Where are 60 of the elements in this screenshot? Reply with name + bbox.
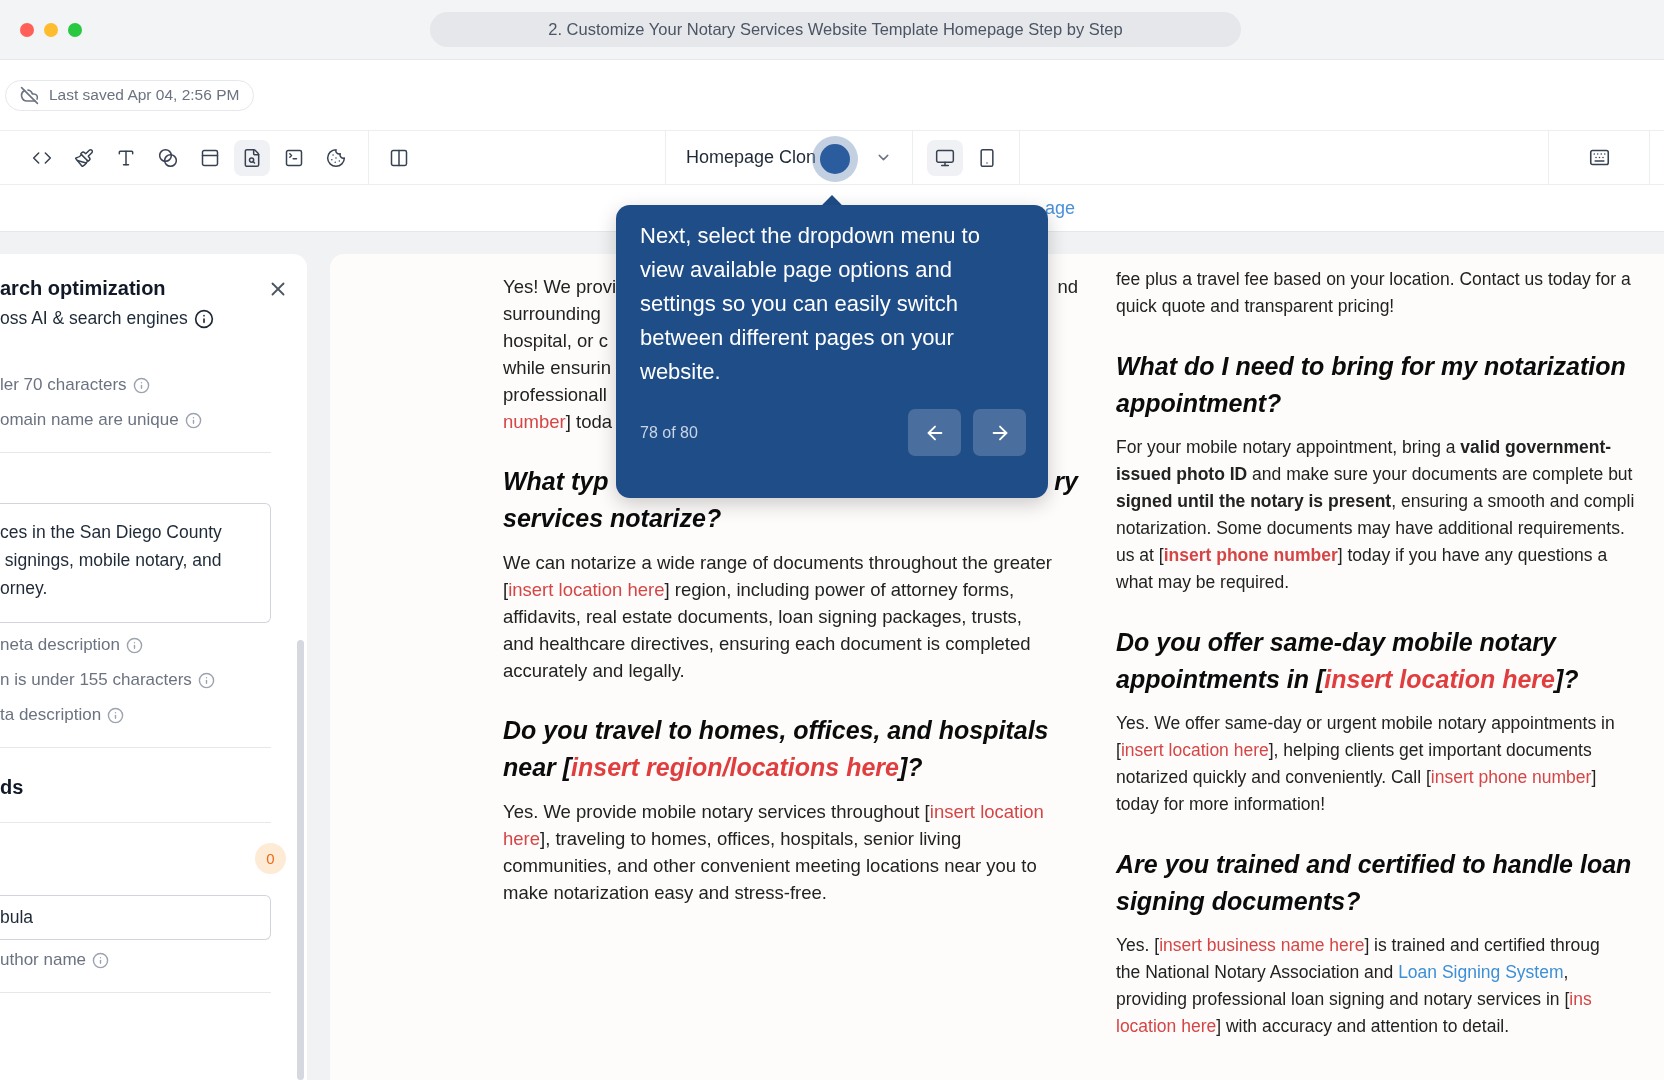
count-badge: 0	[255, 843, 286, 874]
circles-icon	[158, 147, 178, 168]
section-title: ds	[0, 776, 24, 799]
scrollbar[interactable]	[297, 640, 304, 1080]
info-icon	[184, 411, 202, 429]
step-counter: 78 of 80	[640, 423, 698, 442]
check-hint: omain name are unique	[0, 410, 179, 430]
info-icon	[197, 671, 215, 689]
info-icon	[193, 308, 214, 329]
heading-fragment: What typ	[503, 466, 609, 497]
previous-button[interactable]	[908, 409, 961, 456]
info-icon	[132, 376, 150, 394]
keyboard-icon	[1588, 147, 1610, 168]
text-fragment: professionall	[503, 383, 607, 407]
paragraph: Yes. We offer same-day or urgent mobile notary appointments in [insert location here], helping clients get important documents notarized quickly and conveniently. Call [insert phone number] today for more information!	[1116, 712, 1616, 816]
window-title: 2. Customize Your Notary Services Website Template Homepage Step by Step	[430, 12, 1241, 47]
text-fragment: surrounding	[503, 302, 601, 326]
next-button[interactable]	[973, 409, 1026, 456]
paragraph: Yes. [insert business name here] is trained and certified throug the National Notary Association and Loan Signing System, providing professional loan signing and notary services in [ins location here] with accuracy and attention to detail.	[1116, 934, 1601, 1038]
tour-text: Next, select the dropdown menu to view available page options and settings so you can easily switch between different pages on your website.	[640, 222, 981, 386]
paragraph: Yes. We provide mobile notary services throughout [insert location here], traveling to homes, offices, hospitals, senior living communities, and other convenient meeting locations near you to make notarization easy and stress-free.	[503, 800, 1045, 905]
check-hint: n is under 155 characters	[0, 670, 192, 690]
cookie-icon	[326, 147, 346, 168]
faq-heading: Do you offer same-day mobile notary appointments in [insert location here]?	[1116, 627, 1580, 695]
document-search-icon	[242, 147, 262, 168]
desktop-icon	[935, 147, 955, 168]
mobile-icon	[977, 147, 997, 168]
info-icon	[126, 636, 144, 654]
paragraph: fee plus a travel fee based on your location. Contact us today for a quick quote and transparent pricing!	[1116, 268, 1632, 318]
faq-heading: Are you trained and certified to handle loan signing documents?	[1116, 849, 1633, 917]
terminal-icon	[284, 147, 304, 168]
text-fragment: hospital, or c	[503, 329, 608, 353]
text-fragment: nd	[1057, 275, 1078, 299]
panel-title: arch optimization	[0, 277, 166, 300]
check-hint: neta description	[0, 635, 121, 655]
heading-fragment: services notarize?	[503, 503, 722, 534]
info-icon	[92, 951, 109, 969]
save-status-text: Last saved Apr 04, 2:56 PM	[49, 86, 240, 104]
author-field[interactable]: bula	[0, 895, 271, 940]
check-hint: uthor name	[0, 950, 86, 970]
info-icon	[107, 706, 125, 724]
heading-fragment: ry	[1054, 466, 1078, 497]
check-hint: ta description	[0, 705, 102, 725]
close-window-button[interactable]	[20, 22, 34, 37]
description-field[interactable]: ces in the San Diego County signings, mobile notary, and orney.	[0, 503, 271, 623]
text-fragment: while ensurin	[503, 356, 611, 380]
toolbar-button[interactable]	[234, 139, 270, 176]
device-button[interactable]	[927, 139, 963, 176]
faq-heading: What do I need to bring for my notarization appointment?	[1116, 351, 1627, 419]
layout-icon	[200, 147, 220, 168]
panel-subtitle: oss AI & search engines	[0, 308, 188, 329]
check-hint: ler 70 characters	[0, 375, 127, 395]
paragraph: For your mobile notary appointment, bring a valid government- issued photo ID and make sure your documents are complete but signed until the notary is present, ensuring a smooth and compli notarization. Some documents may have additional requirements. us at [insert phone number] today if you have any questions a what may be required.	[1116, 436, 1636, 594]
text-fragment: Yes! We provi	[503, 275, 617, 299]
paragraph: We can notarize a wide range of documents throughout the greater [insert location here] region, including power of attorney forms, affidavits, real estate documents, loan signing packages, trusts, and healthcare directives, ensuring each document is completed accurately and legally.	[503, 551, 1053, 683]
text-fragment: number] toda	[503, 410, 613, 434]
paintbrush-icon	[74, 147, 94, 168]
cloud-off-icon	[20, 85, 39, 105]
columns-icon	[389, 147, 409, 168]
faq-heading: Do you travel to homes, offices, and hospitals near [insert region/locations here]?	[503, 715, 1050, 783]
